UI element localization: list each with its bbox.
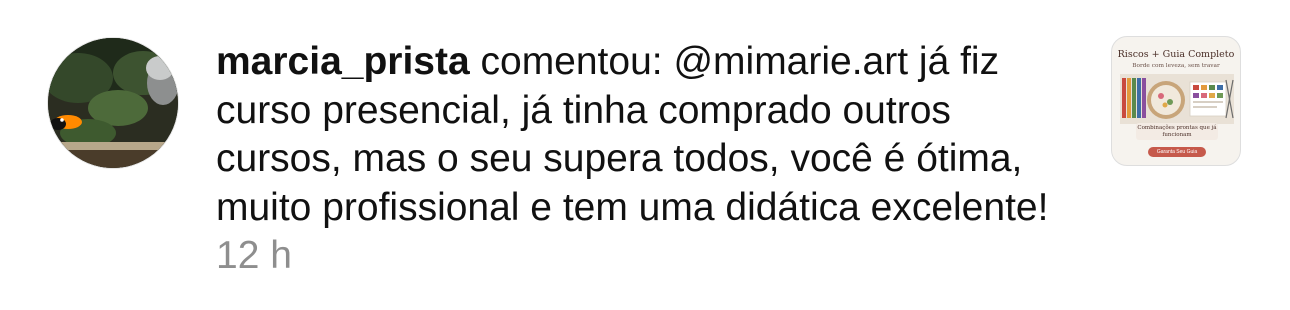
timestamp: 12 h: [216, 234, 292, 277]
comment-notification[interactable]: marcia_prista comentou: @mimarie.art já …: [0, 0, 1290, 310]
avatar[interactable]: [48, 38, 178, 168]
avatar-photo: [48, 38, 178, 168]
thumbnail-cta-button: Garanta Seu Guia: [1148, 147, 1206, 157]
post-thumbnail[interactable]: Riscos + Guia Completo Borde com leveza,…: [1111, 36, 1241, 166]
thumbnail-embroidery-image: [1120, 74, 1234, 124]
thumbnail-title: Riscos + Guia Completo: [1117, 49, 1235, 60]
action-text: comentou:: [480, 40, 663, 83]
comment-text-block: marcia_prista comentou: @mimarie.art já …: [216, 38, 1076, 281]
thumbnail-caption: Combinações prontas que já funcionam: [1136, 123, 1218, 140]
thumbnail-subtitle: Borde com leveza, sem travar: [1132, 63, 1220, 69]
username-link[interactable]: marcia_prista: [216, 40, 470, 83]
mention-link[interactable]: @mimarie.art: [673, 40, 908, 83]
